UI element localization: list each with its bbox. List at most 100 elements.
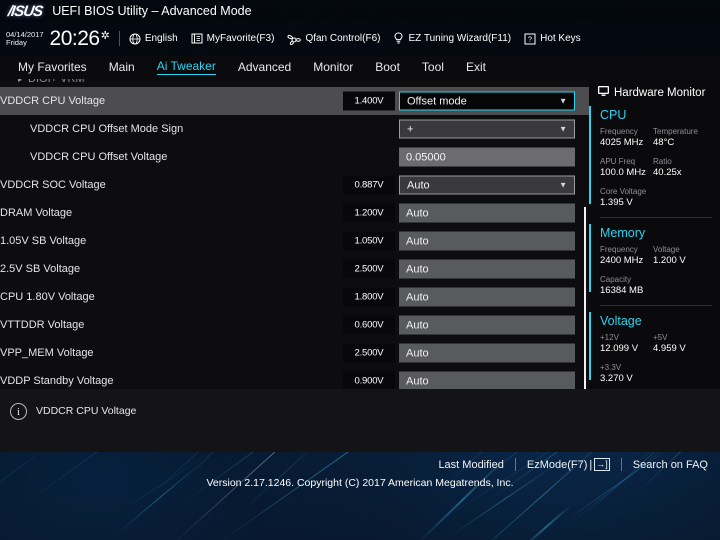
hw-row: +12V 12.099 V +5V 4.959 V bbox=[600, 333, 712, 354]
tab-boot[interactable]: Boot bbox=[375, 60, 400, 75]
tab-exit[interactable]: Exit bbox=[466, 60, 486, 75]
tab-tool[interactable]: Tool bbox=[422, 60, 444, 75]
tab-monitor[interactable]: Monitor bbox=[313, 60, 353, 75]
hw-metric-value: 3.270 V bbox=[600, 373, 633, 384]
help-bar: i VDDCR CPU Voltage bbox=[0, 389, 720, 452]
setting-value: Auto bbox=[406, 207, 429, 219]
setting-control-group: 1.200V Auto bbox=[343, 203, 575, 223]
hw-metric-value: 1.200 V bbox=[653, 255, 686, 266]
hw-metric: Ratio 40.25x bbox=[653, 157, 706, 178]
setting-readout bbox=[343, 120, 395, 139]
hardware-monitor-title: Hardware Monitor bbox=[614, 86, 706, 99]
toolbar-item-qfan-control[interactable]: Qfan Control(F6) bbox=[287, 33, 380, 45]
setting-row[interactable]: VPP_MEM Voltage 2.500V Auto bbox=[0, 339, 589, 367]
setting-row[interactable]: VDDP Standby Voltage 0.900V Auto bbox=[0, 367, 589, 389]
setting-input[interactable]: Auto bbox=[399, 287, 575, 307]
hw-metric-key: Frequency bbox=[600, 245, 638, 254]
hw-metric-key: Ratio bbox=[653, 157, 672, 166]
hw-metric-key: Voltage bbox=[653, 245, 680, 254]
version-text: Version 2.17.1246. Copyright (C) 2017 Am… bbox=[206, 477, 514, 489]
setting-label: VDDCR CPU Offset Voltage bbox=[30, 151, 168, 163]
ezmode-pipe: | bbox=[589, 458, 593, 471]
toolbar-item-english[interactable]: English bbox=[129, 33, 178, 45]
hw-metric-key: Frequency bbox=[600, 127, 638, 136]
setting-value: Auto bbox=[406, 319, 429, 331]
setting-input[interactable]: 0.05000 bbox=[399, 147, 575, 167]
settings-scrollbar[interactable] bbox=[584, 207, 586, 389]
setting-value: Auto bbox=[406, 347, 429, 359]
setting-row[interactable]: VDDCR CPU Offset Mode Sign + ▼ bbox=[0, 115, 589, 143]
setting-input[interactable]: Auto bbox=[399, 315, 575, 335]
setting-readout: 1.400V bbox=[343, 91, 395, 111]
setting-control-group: 0.600V Auto bbox=[343, 315, 575, 335]
hw-metric: Voltage 1.200 V bbox=[653, 245, 706, 266]
setting-row[interactable]: VDDCR SOC Voltage 0.887V Auto ▼ bbox=[0, 171, 589, 199]
hw-metric-value: 12.099 V bbox=[600, 343, 639, 354]
search-on-faq-button[interactable]: Search on FAQ bbox=[633, 459, 708, 471]
tab-advanced[interactable]: Advanced bbox=[238, 60, 291, 75]
setting-label: VDDCR CPU Offset Mode Sign bbox=[30, 123, 184, 135]
setting-control-group: 2.500V Auto bbox=[343, 343, 575, 363]
setting-row[interactable]: VTTDDR Voltage 0.600V Auto bbox=[0, 311, 589, 339]
setting-input[interactable]: Auto bbox=[399, 203, 575, 223]
setting-row[interactable]: VDDCR CPU Voltage 1.400V Offset mode ▼ bbox=[0, 87, 589, 115]
setting-dropdown[interactable]: + ▼ bbox=[399, 119, 575, 139]
ezmode-button[interactable]: EzMode(F7) | →] bbox=[527, 458, 610, 471]
setting-dropdown[interactable]: Auto ▼ bbox=[399, 175, 575, 195]
setting-input[interactable]: Auto bbox=[399, 231, 575, 251]
hw-section-heading: Voltage bbox=[600, 314, 642, 328]
last-modified-button[interactable]: Last Modified bbox=[438, 459, 503, 471]
tab-ai-tweaker[interactable]: Ai Tweaker bbox=[156, 59, 216, 75]
setting-label: 1.05V SB Voltage bbox=[0, 235, 87, 247]
toolbar-label: Qfan Control(F6) bbox=[305, 33, 381, 44]
toolbar-label: Hot Keys bbox=[540, 33, 581, 44]
setting-label: VDDCR CPU Voltage bbox=[0, 95, 106, 107]
hw-metric-value: 48°C bbox=[653, 137, 675, 148]
setting-value: Auto bbox=[406, 375, 429, 387]
hw-metric: +12V 12.099 V bbox=[600, 333, 653, 354]
toolbar-item-hot-keys[interactable]: ? Hot Keys bbox=[524, 33, 581, 45]
page-title: UEFI BIOS Utility – Advanced Mode bbox=[52, 4, 252, 18]
setting-value: Auto bbox=[406, 291, 429, 303]
hw-metric-value: 1.395 V bbox=[600, 197, 633, 208]
setting-value: Auto bbox=[406, 263, 429, 275]
setting-input[interactable]: Auto bbox=[399, 343, 575, 363]
tab-main[interactable]: Main bbox=[109, 60, 135, 75]
setting-label: VTTDDR Voltage bbox=[0, 319, 85, 331]
setting-value: 0.05000 bbox=[406, 151, 446, 163]
toolbar-item-myfavorite[interactable]: MyFavorite(F3) bbox=[191, 33, 274, 44]
tab-my-favorites[interactable]: My Favorites bbox=[18, 60, 87, 75]
hw-row: Frequency 4025 MHz Temperature 48°C bbox=[600, 127, 712, 148]
setting-dropdown[interactable]: Offset mode ▼ bbox=[399, 91, 575, 111]
setting-row[interactable]: 2.5V SB Voltage 2.500V Auto bbox=[0, 255, 589, 283]
chevron-down-icon: ▼ bbox=[559, 180, 567, 190]
hw-metric-value: 2400 MHz bbox=[600, 255, 644, 266]
gear-icon[interactable]: ✲ bbox=[101, 29, 110, 42]
setting-value: Offset mode bbox=[407, 95, 467, 107]
toolbar-item-ez-tuning-wizard[interactable]: EZ Tuning Wizard(F11) bbox=[393, 32, 511, 45]
info-icon: i bbox=[10, 403, 27, 420]
hw-metric: Temperature 48°C bbox=[653, 127, 706, 148]
setting-input[interactable]: Auto bbox=[399, 259, 575, 279]
setting-row[interactable]: DRAM Voltage 1.200V Auto bbox=[0, 199, 589, 227]
globe-icon bbox=[129, 33, 141, 45]
setting-control-group: 0.887V Auto ▼ bbox=[343, 175, 575, 195]
setting-label: VPP_MEM Voltage bbox=[0, 347, 94, 359]
setting-value: Auto bbox=[407, 179, 430, 191]
hw-metric-key: +12V bbox=[600, 333, 619, 342]
hw-metric-key: Core Voltage bbox=[600, 187, 647, 196]
ezmode-label: EzMode(F7) bbox=[526, 458, 588, 471]
hw-metric-value: 16384 MB bbox=[600, 285, 644, 296]
setting-input[interactable]: Auto bbox=[399, 371, 575, 389]
clipped-item-digi-vrm[interactable]: ▸ DIGI+ VRM bbox=[0, 79, 589, 87]
setting-row[interactable]: VDDCR CPU Offset Voltage 0.05000 bbox=[0, 143, 589, 171]
setting-readout: 1.800V bbox=[343, 287, 395, 307]
hw-metric: +5V 4.959 V bbox=[653, 333, 706, 354]
setting-row[interactable]: 1.05V SB Voltage 1.050V Auto bbox=[0, 227, 589, 255]
setting-value: + bbox=[407, 123, 414, 135]
setting-row[interactable]: CPU 1.80V Voltage 1.800V Auto bbox=[0, 283, 589, 311]
help-text: VDDCR CPU Voltage bbox=[36, 405, 137, 417]
hw-metric-key: +5V bbox=[653, 333, 668, 342]
setting-control-group: 0.900V Auto bbox=[343, 371, 575, 389]
hw-section-cpu: CPU Frequency 4025 MHz Temperature 48°C APU F… bbox=[589, 100, 720, 208]
